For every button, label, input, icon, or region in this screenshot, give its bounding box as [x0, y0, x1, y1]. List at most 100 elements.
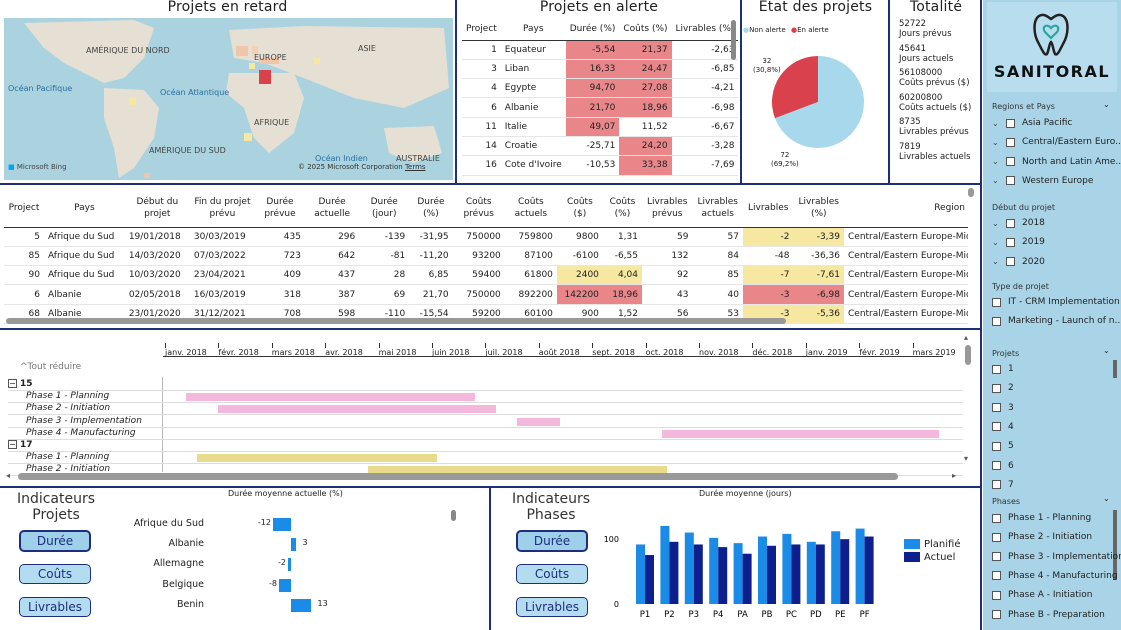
checkbox[interactable]	[992, 610, 1001, 619]
gantt-task-row[interactable]: Phase 2 - Initiation	[8, 403, 963, 416]
detail-row[interactable]: 6 Albanie 02/05/2018 16/03/2019 318 387 69 21,7…	[4, 284, 968, 305]
checkbox[interactable]	[1006, 176, 1015, 186]
detail-col-header[interactable]: Project	[4, 189, 44, 227]
proj-bar[interactable]	[291, 538, 296, 552]
detail-col-header[interactable]: Fin du projet prévu	[190, 189, 255, 227]
gantt-bar[interactable]	[197, 454, 438, 463]
proj-bar[interactable]	[279, 578, 291, 592]
phase-bar-planifie[interactable]	[684, 532, 694, 604]
detail-col-header[interactable]: Pays	[44, 189, 125, 227]
detail-col-header[interactable]: Livrables	[743, 189, 794, 227]
filter-option[interactable]: ⌄ 2018	[992, 218, 1045, 228]
proj-bar[interactable]	[288, 558, 291, 572]
expand-chevron-icon[interactable]: ⌄	[992, 176, 1006, 185]
phase-bar-actuel[interactable]	[718, 547, 728, 604]
proj-bar[interactable]	[273, 518, 291, 531]
detail-col-header[interactable]: Durée prévue	[255, 189, 305, 227]
phase-bar-actuel[interactable]	[815, 544, 825, 604]
phase-bar-actuel[interactable]	[645, 555, 654, 604]
expand-icon[interactable]: −	[8, 379, 17, 388]
phase-bar-planifie[interactable]	[733, 543, 743, 604]
checkbox[interactable]	[1006, 218, 1015, 228]
filter-option[interactable]: Phase 2 - Initiation	[992, 532, 1092, 542]
phase-livrables-button[interactable]: Livrables	[516, 597, 588, 617]
alert-scrollbar[interactable]	[731, 20, 736, 60]
gantt-scroll-right[interactable]: ▸	[952, 471, 956, 480]
filter-option[interactable]: Phase 1 - Planning	[992, 513, 1091, 523]
checkbox[interactable]	[992, 441, 1001, 451]
filter-option[interactable]: Phase 3 - Implementation	[992, 552, 1121, 562]
filter-option[interactable]: Phase A - Initiation	[992, 590, 1093, 600]
detail-col-header[interactable]: Coûts ($)	[557, 189, 603, 227]
alert-col-header[interactable]: Project	[462, 18, 501, 40]
checkbox[interactable]	[992, 422, 1001, 432]
gantt-bar[interactable]	[661, 429, 940, 438]
gantt-group-row[interactable]: −15	[8, 379, 963, 391]
detail-col-header[interactable]: Durée (jour)	[359, 189, 409, 227]
gantt-vscrollbar[interactable]	[965, 345, 971, 365]
phase-bar-planifie[interactable]	[758, 536, 767, 604]
checkbox[interactable]	[992, 571, 1001, 581]
filter-option[interactable]: ⌄ 2020	[992, 257, 1045, 267]
gantt-task-row[interactable]: Phase 3 - Implementation	[8, 416, 963, 428]
detail-row[interactable]: 85 Afrique du Sud 14/03/2020 07/03/2022 723 6…	[4, 246, 968, 267]
phases-scrollbar[interactable]	[1113, 510, 1117, 580]
detail-col-header[interactable]: Livrables prévus	[642, 189, 693, 227]
filter-option[interactable]: ⌄ North and Latin Ame...	[992, 157, 1121, 167]
collapse-all-button[interactable]: ^Tout réduire	[20, 362, 81, 372]
alert-row[interactable]: 11 Italie 49,07 11,52 -6,67	[462, 117, 739, 137]
projects-filter-chevron[interactable]: ⌄	[1103, 346, 1110, 355]
detail-vscrollbar[interactable]	[968, 188, 974, 197]
filter-option[interactable]: IT - CRM Implementation	[992, 297, 1120, 307]
gantt-task-row[interactable]: Phase 1 - Planning	[8, 452, 963, 465]
filter-option[interactable]: 7	[992, 480, 1014, 490]
filter-option[interactable]: 5	[992, 441, 1014, 451]
expand-chevron-icon[interactable]: ⌄	[992, 219, 1006, 228]
alert-row[interactable]: 3 Liban 16,33 24,47 -6,85	[462, 59, 739, 80]
phase-bar-actuel[interactable]	[742, 553, 752, 604]
filter-option[interactable]: ⌄ 2019	[992, 237, 1045, 247]
proj-bar[interactable]	[291, 598, 311, 612]
checkbox[interactable]	[992, 316, 1001, 326]
alert-row[interactable]: 4 Egypte 94,70 27,08 -4,21	[462, 78, 739, 99]
alert-col-header[interactable]: Pays	[501, 18, 566, 40]
checkbox[interactable]	[1006, 157, 1015, 167]
expand-icon[interactable]: −	[8, 440, 17, 449]
world-map[interactable]: AMÉRIQUE DU NORD EUROPE ASIE Océan Pacifiqu…	[4, 18, 453, 180]
gantt-hscrollbar[interactable]	[18, 473, 898, 480]
phase-couts-button[interactable]: Coûts	[516, 564, 588, 584]
gantt-task-row[interactable]: Phase 1 - Planning	[8, 391, 963, 404]
filter-option[interactable]: Phase 4 - Manufacturing	[992, 571, 1118, 581]
filter-option[interactable]: 6	[992, 461, 1014, 471]
checkbox[interactable]	[1006, 118, 1015, 128]
gantt-scroll-up[interactable]: ▴	[964, 333, 968, 342]
detail-col-header[interactable]: Coûts (%)	[603, 189, 642, 227]
phase-bar-actuel[interactable]	[767, 545, 776, 604]
phase-bar-planifie[interactable]	[855, 528, 865, 604]
filter-option[interactable]: 1	[992, 364, 1014, 374]
gantt-scroll-left[interactable]: ◂	[6, 471, 10, 480]
expand-chevron-icon[interactable]: ⌄	[992, 257, 1006, 266]
checkbox[interactable]	[992, 480, 1001, 490]
checkbox[interactable]	[1006, 137, 1015, 147]
terms-link[interactable]: Terms	[405, 163, 426, 171]
alert-col-header[interactable]: Coûts (%)	[619, 18, 671, 40]
region-filter-chevron[interactable]: ⌄	[1103, 100, 1110, 109]
alert-col-header[interactable]: Durée (%)	[566, 18, 620, 40]
phase-bar-actuel[interactable]	[791, 544, 801, 604]
detail-col-header[interactable]: Livrables actuels	[693, 189, 744, 227]
filter-option[interactable]: 4	[992, 422, 1014, 432]
filter-option[interactable]: ⌄ Central/Eastern Euro...	[992, 137, 1121, 147]
checkbox[interactable]	[992, 403, 1001, 413]
filter-option[interactable]: ⌄ Asia Pacific	[992, 118, 1072, 128]
detail-row[interactable]: 5 Afrique du Sud 19/01/2018 30/03/2019 435 29…	[4, 227, 968, 247]
detail-col-header[interactable]: Region	[844, 189, 968, 227]
detail-col-header[interactable]: Coûts prévus	[453, 189, 505, 227]
phase-bar-chart[interactable]: 100 0 P1 P2 P3 P4 PA PB PC PD PE PF	[591, 518, 891, 628]
gantt-task-row[interactable]: Phase 4 - Manufacturing	[8, 428, 963, 440]
alert-row[interactable]: 16 Cote d'Ivoire -10,53 33,38 -7,69	[462, 155, 739, 176]
phase-bar-planifie[interactable]	[782, 533, 792, 604]
projects-scrollbar[interactable]	[1113, 360, 1117, 378]
checkbox[interactable]	[992, 364, 1001, 374]
alert-row[interactable]: 1 Equateur -5,54 21,37 -2,63	[462, 40, 739, 60]
